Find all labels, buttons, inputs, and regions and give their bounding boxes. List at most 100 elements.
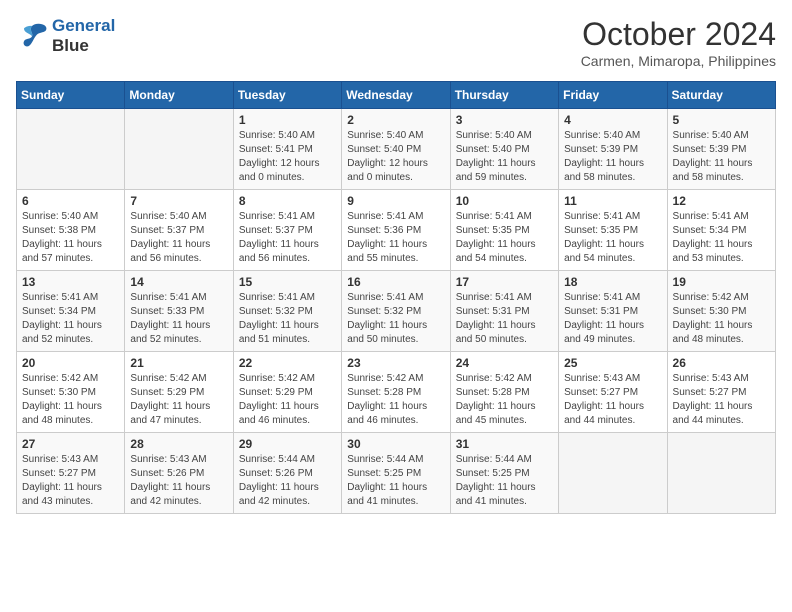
day-info: Sunrise: 5:42 AM Sunset: 5:29 PM Dayligh… xyxy=(130,372,227,428)
calendar-day-cell: 23 Sunrise: 5:42 AM Sunset: 5:28 PM Dayli… xyxy=(342,352,450,433)
calendar-day-cell: 26 Sunrise: 5:43 AM Sunset: 5:27 PM Dayli… xyxy=(667,352,775,433)
calendar-day-cell: 4 Sunrise: 5:40 AM Sunset: 5:39 PM Daylig… xyxy=(559,109,667,190)
day-info: Sunrise: 5:43 AM Sunset: 5:27 PM Dayligh… xyxy=(22,453,119,509)
calendar-day-cell: 31 Sunrise: 5:44 AM Sunset: 5:25 PM Dayli… xyxy=(450,433,558,514)
day-info: Sunrise: 5:40 AM Sunset: 5:41 PM Dayligh… xyxy=(239,129,336,185)
day-number: 8 xyxy=(239,194,336,208)
day-number: 20 xyxy=(22,356,119,370)
day-info: Sunrise: 5:40 AM Sunset: 5:38 PM Dayligh… xyxy=(22,210,119,266)
calendar-day-cell: 12 Sunrise: 5:41 AM Sunset: 5:34 PM Dayli… xyxy=(667,190,775,271)
day-number: 30 xyxy=(347,437,444,451)
calendar-day-cell: 9 Sunrise: 5:41 AM Sunset: 5:36 PM Daylig… xyxy=(342,190,450,271)
day-number: 27 xyxy=(22,437,119,451)
day-number: 21 xyxy=(130,356,227,370)
calendar-day-cell: 16 Sunrise: 5:41 AM Sunset: 5:32 PM Dayli… xyxy=(342,271,450,352)
title-block: October 2024 Carmen, Mimaropa, Philippin… xyxy=(581,16,776,69)
day-number: 17 xyxy=(456,275,553,289)
day-number: 9 xyxy=(347,194,444,208)
calendar-week-row: 1Sunrise: 5:40 AM Sunset: 5:41 PM Daylig… xyxy=(17,109,776,190)
day-number: 19 xyxy=(673,275,770,289)
day-info: Sunrise: 5:43 AM Sunset: 5:27 PM Dayligh… xyxy=(564,372,661,428)
day-info: Sunrise: 5:44 AM Sunset: 5:25 PM Dayligh… xyxy=(456,453,553,509)
calendar-day-cell: 8Sunrise: 5:41 AM Sunset: 5:37 PM Daylig… xyxy=(233,190,341,271)
day-number: 31 xyxy=(456,437,553,451)
day-info: Sunrise: 5:41 AM Sunset: 5:35 PM Dayligh… xyxy=(564,210,661,266)
day-number: 14 xyxy=(130,275,227,289)
day-info: Sunrise: 5:44 AM Sunset: 5:26 PM Dayligh… xyxy=(239,453,336,509)
calendar-day-cell: 18 Sunrise: 5:41 AM Sunset: 5:31 PM Dayli… xyxy=(559,271,667,352)
day-info: Sunrise: 5:40 AM Sunset: 5:40 PM Dayligh… xyxy=(456,129,553,185)
day-number: 13 xyxy=(22,275,119,289)
calendar-week-row: 20 Sunrise: 5:42 AM Sunset: 5:30 PM Dayli… xyxy=(17,352,776,433)
logo: General Blue xyxy=(16,16,115,57)
day-info: Sunrise: 5:41 AM Sunset: 5:33 PM Dayligh… xyxy=(130,291,227,347)
day-number: 26 xyxy=(673,356,770,370)
day-number: 16 xyxy=(347,275,444,289)
calendar-day-cell: 15 Sunrise: 5:41 AM Sunset: 5:32 PM Dayli… xyxy=(233,271,341,352)
day-info: Sunrise: 5:40 AM Sunset: 5:39 PM Dayligh… xyxy=(564,129,661,185)
day-number: 10 xyxy=(456,194,553,208)
logo-icon xyxy=(16,22,48,50)
col-wednesday: Wednesday xyxy=(342,82,450,109)
day-info: Sunrise: 5:41 AM Sunset: 5:35 PM Dayligh… xyxy=(456,210,553,266)
day-number: 29 xyxy=(239,437,336,451)
calendar-day-cell: 3 Sunrise: 5:40 AM Sunset: 5:40 PM Daylig… xyxy=(450,109,558,190)
day-info: Sunrise: 5:42 AM Sunset: 5:28 PM Dayligh… xyxy=(347,372,444,428)
calendar-day-cell: 11 Sunrise: 5:41 AM Sunset: 5:35 PM Dayli… xyxy=(559,190,667,271)
day-info: Sunrise: 5:41 AM Sunset: 5:32 PM Dayligh… xyxy=(239,291,336,347)
calendar-day-cell: 24 Sunrise: 5:42 AM Sunset: 5:28 PM Dayli… xyxy=(450,352,558,433)
day-info: Sunrise: 5:41 AM Sunset: 5:31 PM Dayligh… xyxy=(456,291,553,347)
calendar-day-cell: 14 Sunrise: 5:41 AM Sunset: 5:33 PM Dayli… xyxy=(125,271,233,352)
calendar-day-cell: 29 Sunrise: 5:44 AM Sunset: 5:26 PM Dayli… xyxy=(233,433,341,514)
day-number: 24 xyxy=(456,356,553,370)
day-number: 4 xyxy=(564,113,661,127)
day-number: 18 xyxy=(564,275,661,289)
day-info: Sunrise: 5:43 AM Sunset: 5:27 PM Dayligh… xyxy=(673,372,770,428)
day-info: Sunrise: 5:41 AM Sunset: 5:36 PM Dayligh… xyxy=(347,210,444,266)
day-info: Sunrise: 5:40 AM Sunset: 5:39 PM Dayligh… xyxy=(673,129,770,185)
calendar-day-cell xyxy=(17,109,125,190)
calendar-day-cell: 28Sunrise: 5:43 AM Sunset: 5:26 PM Dayli… xyxy=(125,433,233,514)
day-number: 23 xyxy=(347,356,444,370)
day-info: Sunrise: 5:40 AM Sunset: 5:40 PM Dayligh… xyxy=(347,129,444,185)
day-number: 5 xyxy=(673,113,770,127)
col-sunday: Sunday xyxy=(17,82,125,109)
calendar-day-cell: 5 Sunrise: 5:40 AM Sunset: 5:39 PM Daylig… xyxy=(667,109,775,190)
col-tuesday: Tuesday xyxy=(233,82,341,109)
calendar-table: Sunday Monday Tuesday Wednesday Thursday… xyxy=(16,81,776,514)
day-number: 28 xyxy=(130,437,227,451)
calendar-day-cell: 27 Sunrise: 5:43 AM Sunset: 5:27 PM Dayli… xyxy=(17,433,125,514)
calendar-week-row: 13Sunrise: 5:41 AM Sunset: 5:34 PM Dayli… xyxy=(17,271,776,352)
calendar-day-cell: 20 Sunrise: 5:42 AM Sunset: 5:30 PM Dayli… xyxy=(17,352,125,433)
day-info: Sunrise: 5:42 AM Sunset: 5:30 PM Dayligh… xyxy=(22,372,119,428)
col-saturday: Saturday xyxy=(667,82,775,109)
col-monday: Monday xyxy=(125,82,233,109)
logo-text: General Blue xyxy=(52,16,115,57)
calendar-day-cell: 30 Sunrise: 5:44 AM Sunset: 5:25 PM Dayli… xyxy=(342,433,450,514)
day-number: 22 xyxy=(239,356,336,370)
day-number: 15 xyxy=(239,275,336,289)
day-info: Sunrise: 5:41 AM Sunset: 5:34 PM Dayligh… xyxy=(673,210,770,266)
day-number: 11 xyxy=(564,194,661,208)
day-info: Sunrise: 5:41 AM Sunset: 5:32 PM Dayligh… xyxy=(347,291,444,347)
calendar-day-cell xyxy=(559,433,667,514)
calendar-day-cell xyxy=(667,433,775,514)
calendar-day-cell: 10 Sunrise: 5:41 AM Sunset: 5:35 PM Dayli… xyxy=(450,190,558,271)
calendar-day-cell: 7Sunrise: 5:40 AM Sunset: 5:37 PM Daylig… xyxy=(125,190,233,271)
calendar-header-row: Sunday Monday Tuesday Wednesday Thursday… xyxy=(17,82,776,109)
day-number: 6 xyxy=(22,194,119,208)
location-subtitle: Carmen, Mimaropa, Philippines xyxy=(581,53,776,69)
day-number: 25 xyxy=(564,356,661,370)
month-title: October 2024 xyxy=(581,16,776,53)
calendar-day-cell: 17 Sunrise: 5:41 AM Sunset: 5:31 PM Dayli… xyxy=(450,271,558,352)
day-info: Sunrise: 5:41 AM Sunset: 5:31 PM Dayligh… xyxy=(564,291,661,347)
calendar-day-cell: 19Sunrise: 5:42 AM Sunset: 5:30 PM Dayli… xyxy=(667,271,775,352)
day-number: 12 xyxy=(673,194,770,208)
day-info: Sunrise: 5:44 AM Sunset: 5:25 PM Dayligh… xyxy=(347,453,444,509)
day-info: Sunrise: 5:42 AM Sunset: 5:28 PM Dayligh… xyxy=(456,372,553,428)
day-info: Sunrise: 5:42 AM Sunset: 5:29 PM Dayligh… xyxy=(239,372,336,428)
day-number: 2 xyxy=(347,113,444,127)
day-number: 3 xyxy=(456,113,553,127)
col-thursday: Thursday xyxy=(450,82,558,109)
calendar-day-cell: 2 Sunrise: 5:40 AM Sunset: 5:40 PM Daylig… xyxy=(342,109,450,190)
